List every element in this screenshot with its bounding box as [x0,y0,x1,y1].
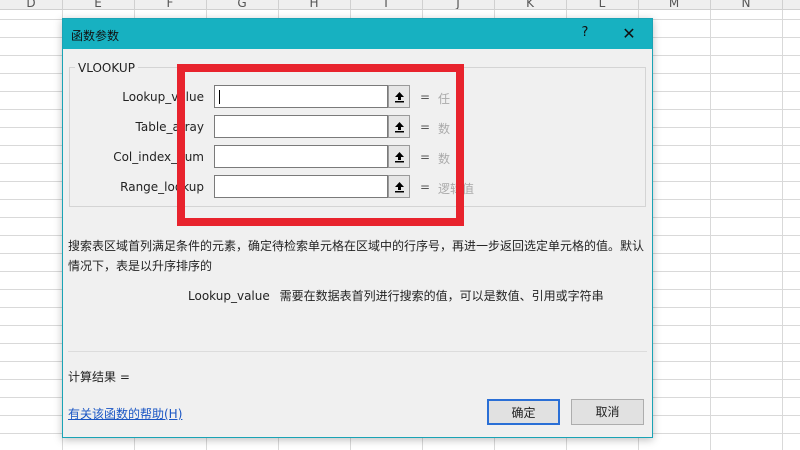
ok-button[interactable]: 确定 [487,399,560,425]
close-icon[interactable]: ✕ [619,24,639,44]
column-header-k[interactable]: K [494,0,567,9]
argument-hint: 数 [438,122,451,136]
column-header-g[interactable]: G [206,0,279,9]
table-array-input[interactable] [214,115,388,138]
column-header-h[interactable]: H [278,0,351,9]
argument-row-lookup-value: Lookup_value = 任 [63,85,652,109]
dialog-title: 函数参数 [71,29,120,43]
column-header-n[interactable]: N [710,0,783,9]
help-question-icon[interactable]: ? [577,25,593,43]
column-header-e[interactable]: E [62,0,135,9]
formula-result-equals: = [420,214,431,228]
column-header-f[interactable]: F [134,0,207,9]
function-arguments-dialog: 函数参数 ? ✕ VLOOKUP Lookup_value = 任 Table_… [62,18,653,438]
dialog-titlebar[interactable]: 函数参数 ? ✕ [63,19,652,49]
equals-sign: = [420,180,431,194]
function-help-link[interactable]: 有关该函数的帮助(H) [68,405,182,422]
argument-row-range-lookup: Range_lookup = 逻辑值 [63,175,652,199]
collapse-reference-button[interactable] [388,175,410,198]
range-lookup-input[interactable] [214,175,388,198]
text-caret [219,90,220,104]
equals-sign: = [420,120,431,134]
function-name: VLOOKUP [75,61,138,75]
argument-hint: 逻辑值 [438,182,475,196]
argument-label: Range_lookup [120,180,204,194]
cancel-button[interactable]: 取消 [571,399,644,425]
col-index-num-input[interactable] [214,145,388,168]
collapse-reference-button[interactable] [388,115,410,138]
divider [68,351,647,352]
argument-hint: 数 [438,152,451,166]
column-header-i[interactable]: I [350,0,423,9]
column-header-l[interactable]: L [566,0,639,9]
parameter-name: Lookup_value [188,289,270,303]
collapse-reference-button[interactable] [388,145,410,168]
argument-label: Lookup_value [122,90,204,104]
argument-row-table-array: Table_array = 数 [63,115,652,139]
argument-row-col-index-num: Col_index_num = 数 [63,145,652,169]
calculation-result: 计算结果 = [68,370,130,384]
equals-sign: = [420,150,431,164]
function-description: 搜索表区域首列满足条件的元素，确定待检索单元格在区域中的行序号，再进一步返回选定… [68,239,645,273]
argument-label: Table_array [135,120,205,134]
collapse-reference-button[interactable] [388,85,410,108]
equals-sign: = [420,90,431,104]
column-header-row: D E F G H I J K L M N [0,0,800,10]
parameter-description: Lookup_value 需要在数据表首列进行搜索的值，可以是数值、引用或字符串 [188,287,604,304]
argument-hint: 任 [438,92,451,106]
collapse-arrow-icon [395,122,404,133]
collapse-arrow-icon [395,92,404,103]
parameter-description-text: 需要在数据表首列进行搜索的值，可以是数值、引用或字符串 [279,289,604,303]
lookup-value-input[interactable] [214,85,388,108]
collapse-arrow-icon [395,182,404,193]
column-header-d[interactable]: D [0,0,63,9]
column-header-m[interactable]: M [638,0,711,9]
column-header-j[interactable]: J [422,0,495,9]
argument-label: Col_index_num [113,150,204,164]
collapse-arrow-icon [395,152,404,163]
